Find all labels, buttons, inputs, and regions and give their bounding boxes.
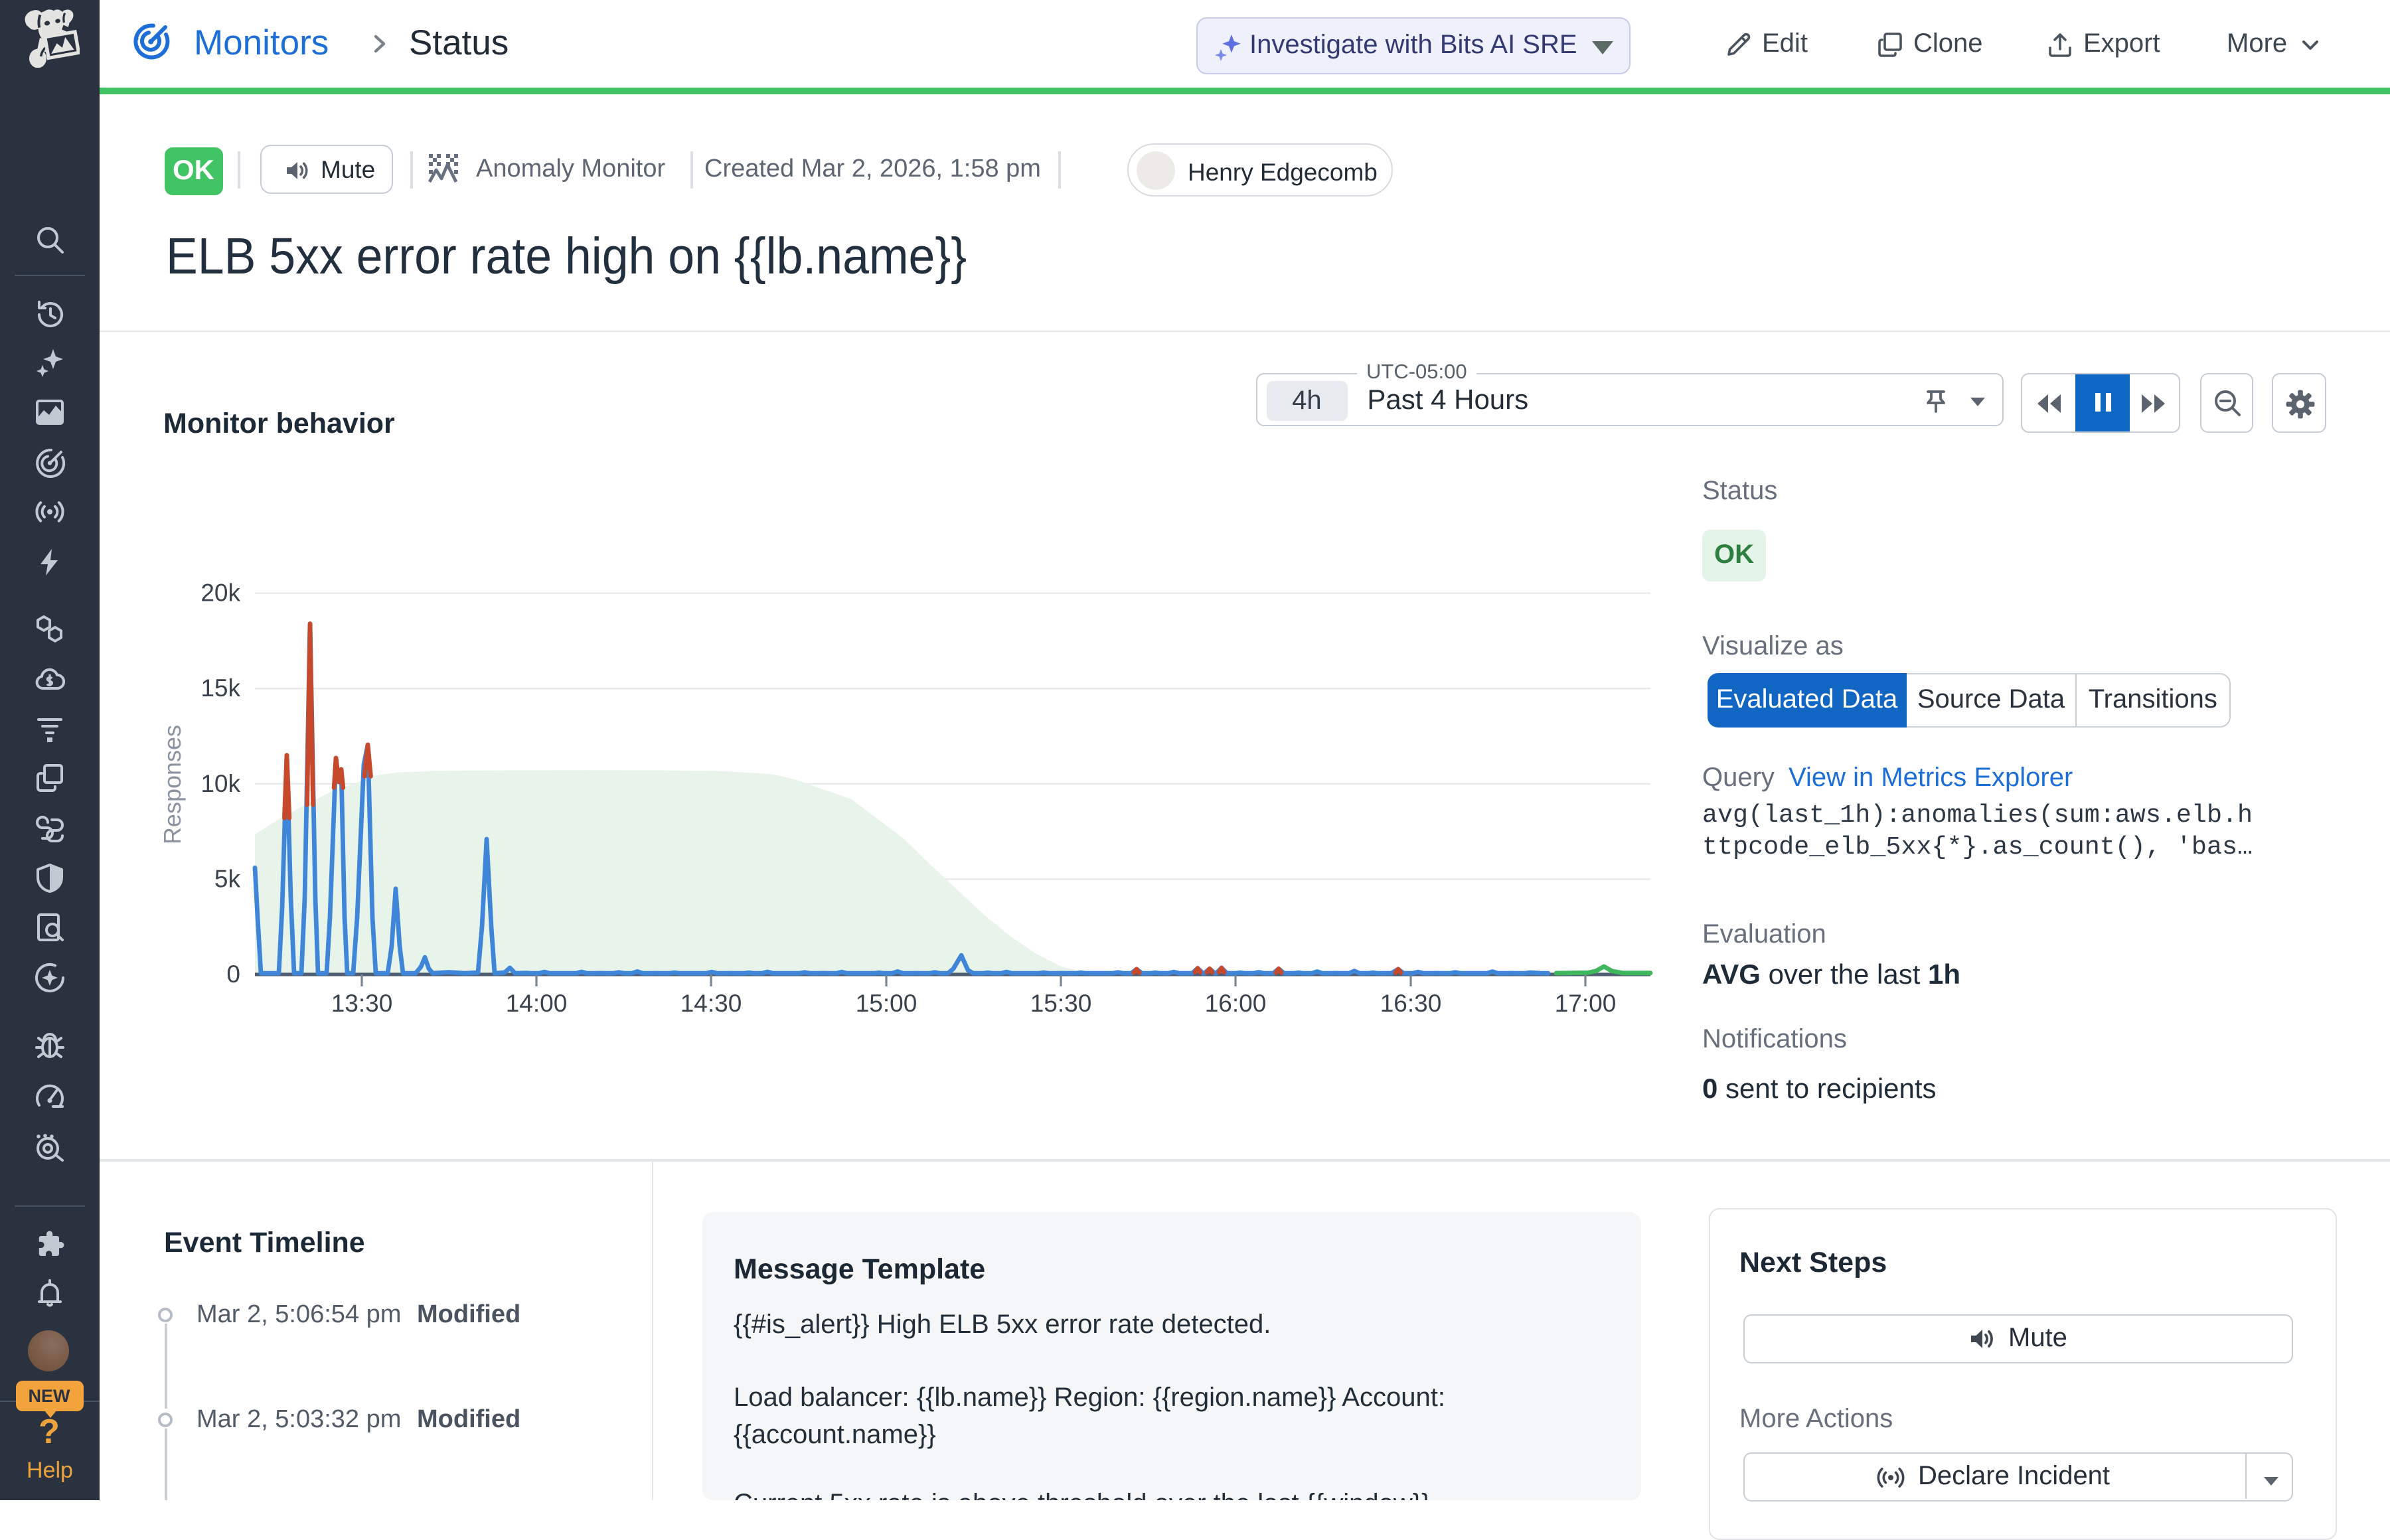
- svg-text:0: 0: [226, 961, 240, 988]
- svg-text:13:30: 13:30: [331, 990, 393, 1017]
- svg-text:14:30: 14:30: [680, 990, 742, 1017]
- svg-text:10k: 10k: [200, 770, 240, 797]
- svg-text:17:00: 17:00: [1555, 990, 1617, 1017]
- svg-text:15:30: 15:30: [1030, 990, 1092, 1017]
- svg-text:16:30: 16:30: [1380, 990, 1442, 1017]
- svg-text:16:00: 16:00: [1205, 990, 1267, 1017]
- svg-text:15k: 15k: [200, 674, 240, 702]
- svg-text:20k: 20k: [200, 579, 240, 607]
- svg-text:5k: 5k: [214, 865, 241, 892]
- svg-text:15:00: 15:00: [856, 990, 917, 1017]
- svg-text:Responses: Responses: [159, 725, 186, 844]
- svg-text:14:00: 14:00: [506, 990, 568, 1017]
